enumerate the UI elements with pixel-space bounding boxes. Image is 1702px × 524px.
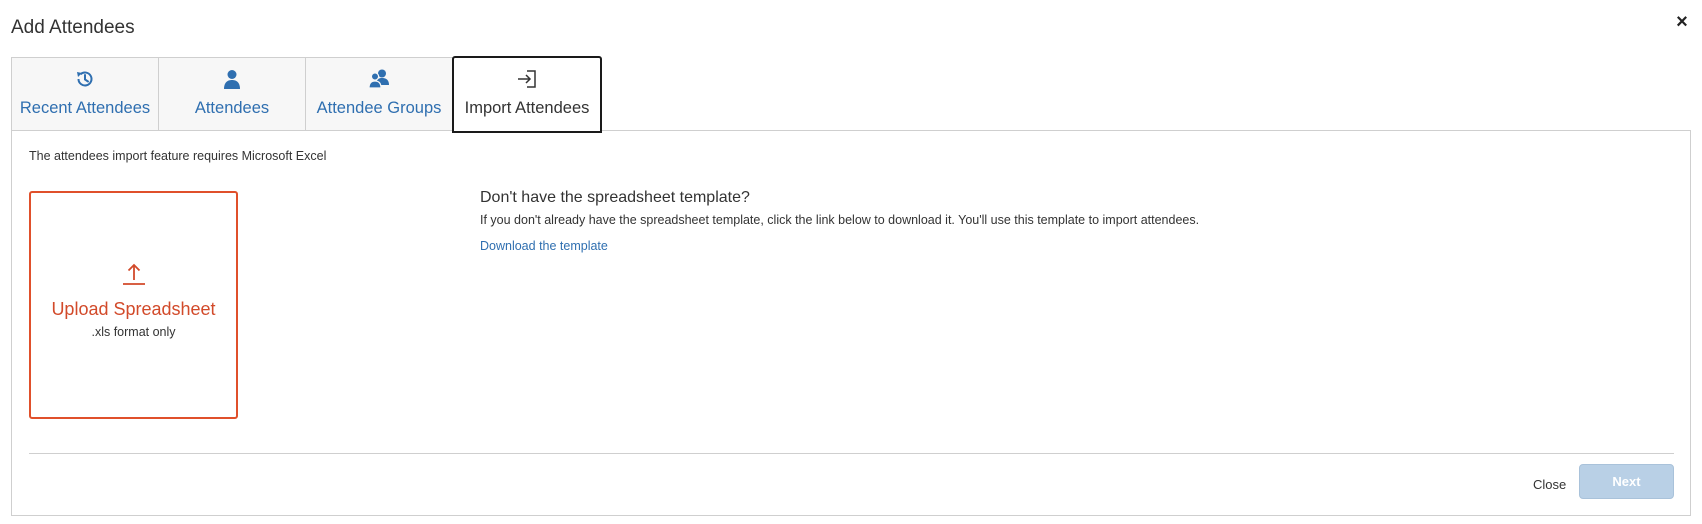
import-icon — [454, 68, 600, 90]
next-button[interactable]: Next — [1579, 464, 1674, 499]
history-icon — [12, 68, 158, 90]
upload-icon — [31, 262, 236, 286]
template-description: If you don't already have the spreadshee… — [480, 213, 1200, 227]
download-template-link[interactable]: Download the template — [480, 239, 608, 253]
tab-label: Attendees — [194, 99, 270, 117]
close-dialog-icon[interactable]: × — [1672, 12, 1692, 32]
tab-attendees[interactable]: Attendees — [158, 57, 306, 131]
tab-label: Recent Attendees — [19, 99, 151, 117]
close-button[interactable]: Close — [1529, 473, 1570, 496]
dialog-title: Add Attendees — [11, 17, 135, 38]
import-panel: The attendees import feature requires Mi… — [11, 130, 1691, 516]
upload-format-hint: .xls format only — [91, 325, 176, 339]
template-heading: Don't have the spreadsheet template? — [480, 189, 750, 206]
excel-requirement-notice: The attendees import feature requires Mi… — [29, 149, 327, 163]
tab-attendee-groups[interactable]: Attendee Groups — [305, 57, 453, 131]
upload-spreadsheet-button[interactable]: Upload Spreadsheet .xls format only — [29, 191, 238, 419]
tab-import-attendees[interactable]: Import Attendees — [452, 56, 602, 133]
tab-label: Import Attendees — [464, 99, 590, 117]
tab-recent-attendees[interactable]: Recent Attendees — [11, 57, 159, 131]
group-icon — [306, 68, 452, 90]
person-icon — [159, 68, 305, 90]
footer-divider — [29, 453, 1674, 454]
tab-label: Attendee Groups — [316, 99, 442, 117]
upload-title: Upload Spreadsheet — [51, 299, 216, 319]
